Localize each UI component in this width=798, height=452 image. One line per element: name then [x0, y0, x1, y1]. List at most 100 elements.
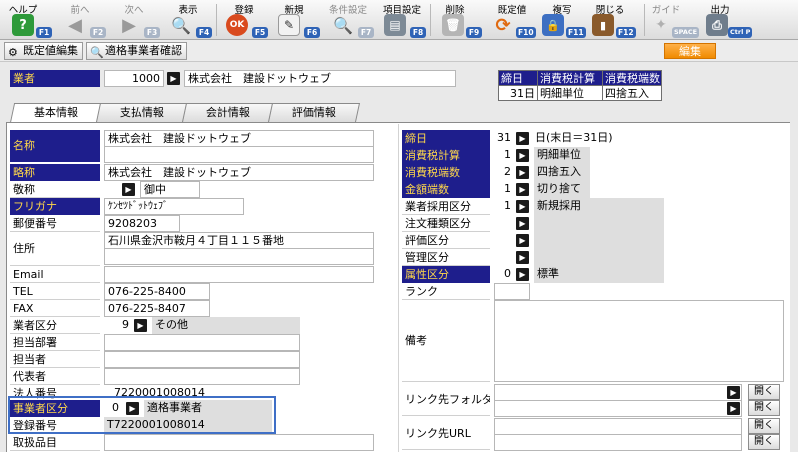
address-input[interactable]: 石川県金沢市鞍月４丁目１１５番地	[104, 232, 374, 249]
link-url-open-button-1[interactable]: 開く	[748, 418, 780, 434]
vendor-label: 業者	[10, 70, 100, 87]
tab-accounting-info[interactable]: 会計情報	[181, 103, 275, 122]
item-settings-button[interactable]: 項目設定 ▤ F8	[374, 1, 434, 39]
print-icon: ⎙	[706, 14, 728, 36]
default-edit-button[interactable]: ⚙ 既定値編集	[4, 42, 83, 60]
link-folder-browse-button-2[interactable]: ▶	[727, 402, 740, 415]
zip-label: 郵便番号	[10, 215, 100, 232]
summary-value-closing: 31日	[498, 85, 538, 101]
close-door-icon: ▮	[592, 14, 614, 36]
link-url-input-2[interactable]	[494, 434, 742, 451]
tax-rounding-name: 四捨五入	[534, 164, 590, 181]
vendor-lookup-button[interactable]: ▶	[167, 72, 180, 85]
edit-button[interactable]: 編集	[664, 43, 716, 59]
f11-key-badge: F11	[566, 27, 586, 38]
short-name-input[interactable]: 株式会社 建設ドットウェブ	[104, 164, 374, 181]
register-label: 登録	[234, 5, 254, 16]
kana-label: フリガナ	[10, 198, 100, 215]
link-folder-input-2[interactable]	[494, 400, 742, 417]
closing-day-lookup-button[interactable]: ▶	[516, 132, 529, 145]
guide-button[interactable]: ガイド ✦ SPACE	[646, 1, 702, 39]
previous-button[interactable]: 前へ ◀ F2	[52, 1, 108, 39]
representative-input[interactable]	[104, 368, 300, 385]
evaluation-category-lookup-button[interactable]: ▶	[516, 234, 529, 247]
order-type-code[interactable]	[494, 215, 514, 232]
next-button[interactable]: 次へ ▶ F3	[106, 1, 162, 39]
vendor-category-lookup-button[interactable]: ▶	[134, 319, 147, 332]
attribute-category-name: 標準	[534, 266, 664, 283]
kana-input[interactable]: ｹﾝｾﾂﾄﾞｯﾄｳｪﾌﾞ	[104, 198, 244, 215]
default-value-button[interactable]: 既定値 ⟳ F10	[484, 1, 542, 39]
closing-day-label: 締日	[402, 130, 490, 147]
condition-settings-button[interactable]: 条件設定 🔍 F7	[318, 1, 378, 39]
f10-key-badge: F10	[516, 27, 536, 38]
email-label: Email	[10, 266, 100, 283]
delete-button[interactable]: 削除 🗑 F9	[432, 1, 488, 39]
output-button[interactable]: 出力 ⎙ Ctrl P	[700, 1, 760, 39]
link-folder-label: リンク先フォルダー	[402, 384, 490, 416]
adoption-category-lookup-button[interactable]: ▶	[516, 200, 529, 213]
adoption-category-code[interactable]: 1	[494, 198, 514, 215]
tab-bar: 基本情報 支払情報 会計情報 評価情報	[0, 103, 798, 123]
evaluation-category-label: 評価区分	[402, 232, 490, 249]
vendor-category-name: その他	[152, 317, 300, 334]
search-icon: 🔍	[171, 15, 191, 35]
department-input[interactable]	[104, 334, 300, 351]
tab-evaluation-info[interactable]: 評価情報	[267, 103, 361, 122]
attribute-category-lookup-button[interactable]: ▶	[516, 268, 529, 281]
display-button[interactable]: 表示 🔍 F4	[160, 1, 216, 39]
management-category-code[interactable]	[494, 249, 514, 266]
filter-search-icon: 🔍	[333, 15, 353, 35]
qualified-check-button[interactable]: 🔍 適格事業者確認	[86, 42, 187, 60]
evaluation-category-code[interactable]	[494, 232, 514, 249]
zip-input[interactable]: 9208203	[104, 215, 180, 232]
fax-input[interactable]: 076-225-8407	[104, 300, 210, 317]
guide-icon: ✦	[655, 17, 667, 33]
closing-day-input[interactable]: 31	[494, 130, 514, 147]
vendor-category-code[interactable]: 9	[104, 317, 132, 334]
items-handled-input[interactable]	[104, 434, 374, 451]
vendor-category-label: 業者区分	[10, 317, 100, 334]
amount-rounding-code[interactable]: 1	[494, 181, 514, 198]
rank-input[interactable]	[494, 283, 530, 300]
name-input[interactable]: 株式会社 建設ドットウェブ	[104, 130, 374, 147]
vendor-code-input[interactable]: 1000	[104, 70, 164, 87]
summary-header-tax-round: 消費税端数	[602, 70, 662, 86]
adoption-category-name: 新規採用	[534, 198, 664, 215]
close-button[interactable]: 閉じる ▮ F12	[588, 1, 648, 39]
attribute-category-code[interactable]: 0	[494, 266, 514, 283]
tax-rounding-code[interactable]: 2	[494, 164, 514, 181]
name-input-line2[interactable]	[104, 146, 374, 163]
tax-rounding-lookup-button[interactable]: ▶	[516, 166, 529, 179]
tab-basic-info[interactable]: 基本情報	[9, 103, 103, 123]
help-button[interactable]: ヘルプ ? F1	[0, 1, 56, 39]
honorific-lookup-button[interactable]: ▶	[122, 183, 135, 196]
notes-textarea[interactable]	[494, 300, 784, 382]
link-url-input-1[interactable]	[494, 418, 742, 435]
tel-input[interactable]: 076-225-8400	[104, 283, 210, 300]
amount-rounding-lookup-button[interactable]: ▶	[516, 183, 529, 196]
management-category-lookup-button[interactable]: ▶	[516, 251, 529, 264]
toolbar: ヘルプ ? F1 前へ ◀ F2 次へ ▶ F3 表示 🔍 F4 登録 OK F…	[0, 0, 798, 40]
order-type-lookup-button[interactable]: ▶	[516, 217, 529, 230]
honorific-input[interactable]: 御中	[140, 181, 200, 198]
link-folder-input-1[interactable]	[494, 384, 742, 401]
tab-payment-info[interactable]: 支払情報	[95, 103, 189, 122]
amount-rounding-name: 切り捨て	[534, 181, 590, 198]
email-input[interactable]	[104, 266, 374, 283]
link-folder-browse-button-1[interactable]: ▶	[727, 386, 740, 399]
tax-calc-lookup-button[interactable]: ▶	[516, 149, 529, 162]
help-icon: ?	[12, 14, 34, 36]
address-input-line2[interactable]	[104, 248, 374, 265]
default-edit-label: 既定値編集	[23, 44, 78, 57]
vendor-name-display: 株式会社 建設ドットウェブ	[184, 70, 456, 87]
tax-calc-code[interactable]: 1	[494, 147, 514, 164]
new-button[interactable]: 新規 ✎ F6	[266, 1, 322, 39]
person-input[interactable]	[104, 351, 300, 368]
item-settings-icon: ▤	[384, 14, 406, 36]
link-url-open-button-2[interactable]: 開く	[748, 434, 780, 450]
link-folder-open-button-2[interactable]: 開く	[748, 400, 780, 416]
summary-header-closing: 締日	[498, 70, 538, 86]
ok-icon: OK	[226, 14, 248, 36]
link-folder-open-button-1[interactable]: 開く	[748, 384, 780, 400]
